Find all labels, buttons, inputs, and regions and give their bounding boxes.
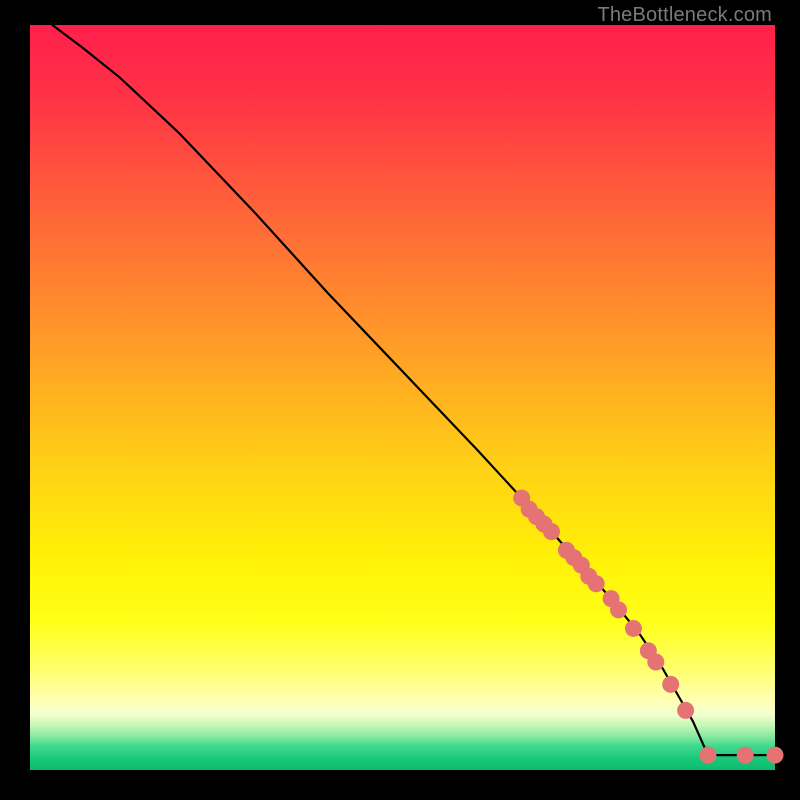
data-point [543, 523, 560, 540]
data-point [737, 747, 754, 764]
data-point [647, 653, 664, 670]
data-point [588, 575, 605, 592]
data-point [662, 676, 679, 693]
data-point [610, 601, 627, 618]
chart-svg [30, 25, 775, 770]
data-point [699, 747, 716, 764]
data-point [677, 702, 694, 719]
data-point [767, 747, 784, 764]
data-points [513, 490, 783, 764]
data-point [625, 620, 642, 637]
chart-frame: TheBottleneck.com [0, 0, 800, 800]
curve-line [52, 25, 775, 755]
plot-area [30, 25, 775, 770]
watermark-text: TheBottleneck.com [597, 4, 772, 27]
